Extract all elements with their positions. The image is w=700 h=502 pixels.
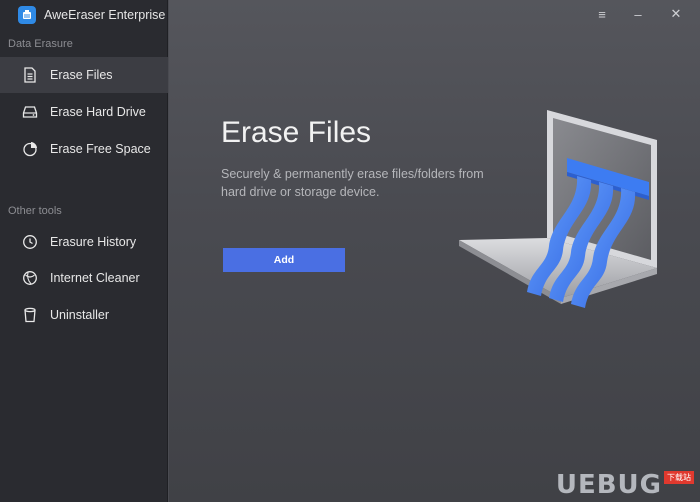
sidebar-item-label: Erase Free Space xyxy=(50,142,151,156)
app-logo-icon xyxy=(18,6,36,24)
page-title: Erase Files xyxy=(221,116,372,149)
sidebar-item-label: Erasure History xyxy=(50,235,137,249)
section-label-data-erasure: Data Erasure xyxy=(8,38,73,50)
laptop-shredder-illustration xyxy=(459,110,657,308)
close-button[interactable]: ✕ xyxy=(665,4,687,24)
sidebar-item-erase-files[interactable]: Erase Files xyxy=(0,57,168,93)
file-icon xyxy=(22,67,38,83)
sidebar-item-erase-free-space[interactable]: Erase Free Space xyxy=(0,131,168,167)
clock-icon xyxy=(22,234,38,250)
sidebar-item-erasure-history[interactable]: Erasure History xyxy=(0,224,168,260)
sidebar-item-uninstaller[interactable]: Uninstaller xyxy=(0,297,168,333)
hard-drive-icon xyxy=(22,104,38,120)
watermark-badge: 下载站 xyxy=(664,471,694,484)
sidebar-item-erase-hard-drive[interactable]: Erase Hard Drive xyxy=(0,94,168,130)
sidebar-item-internet-cleaner[interactable]: Internet Cleaner xyxy=(0,260,168,296)
section-label-other-tools: Other tools xyxy=(8,205,62,217)
app-header: AweEraser Enterprise xyxy=(0,0,168,30)
watermark: UEBUG 下载站 xyxy=(556,470,694,500)
pie-chart-icon xyxy=(22,141,38,157)
browser-icon xyxy=(22,270,38,286)
main-panel: ≡ – ✕ Erase Files Securely & permanently… xyxy=(169,0,700,502)
app-title: AweEraser Enterprise xyxy=(44,8,166,22)
watermark-text: UEBUG xyxy=(555,470,662,500)
sidebar-item-label: Internet Cleaner xyxy=(50,271,140,285)
menu-icon[interactable]: ≡ xyxy=(591,4,613,24)
sidebar-item-label: Uninstaller xyxy=(50,308,110,322)
add-button[interactable]: Add xyxy=(223,248,345,272)
minimize-button[interactable]: – xyxy=(627,4,649,24)
sidebar-item-label: Erase Hard Drive xyxy=(50,105,146,119)
sidebar: AweEraser Enterprise Data Erasure Erase … xyxy=(0,0,168,502)
trash-icon xyxy=(22,307,38,323)
sidebar-item-label: Erase Files xyxy=(50,68,113,82)
